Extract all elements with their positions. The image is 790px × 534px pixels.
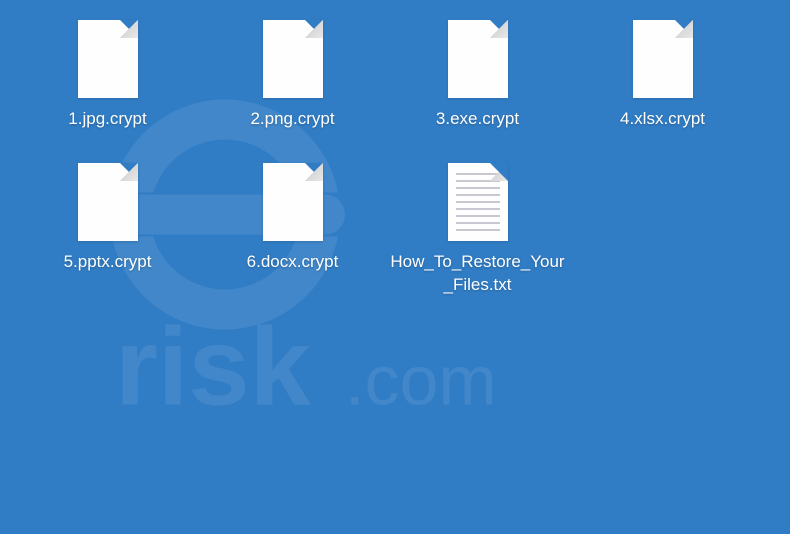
blank-file-icon [78,20,138,98]
blank-file-icon [633,20,693,98]
blank-file-icon [78,163,138,241]
file-label: 1.jpg.crypt [68,106,146,133]
file-label: 2.png.crypt [250,106,334,133]
file-label: 4.xlsx.crypt [620,106,705,133]
file-item[interactable]: 4.xlsx.crypt [575,20,750,133]
file-item[interactable]: How_To_Restore_Your_Files.txt [390,163,565,299]
file-label: 5.pptx.crypt [64,249,152,276]
file-item[interactable]: 2.png.crypt [205,20,380,133]
file-item[interactable]: 3.exe.crypt [390,20,565,133]
file-item[interactable]: 6.docx.crypt [205,163,380,299]
file-label: How_To_Restore_Your_Files.txt [390,249,565,299]
file-label: 6.docx.crypt [247,249,339,276]
blank-file-icon [448,20,508,98]
blank-file-icon [263,163,323,241]
file-item[interactable]: 1.jpg.crypt [20,20,195,133]
blank-file-icon [263,20,323,98]
text-file-icon [448,163,508,241]
desktop-area: 1.jpg.crypt 2.png.crypt 3.exe.crypt 4.xl… [0,0,790,534]
file-label: 3.exe.crypt [436,106,519,133]
file-item[interactable]: 5.pptx.crypt [20,163,195,299]
